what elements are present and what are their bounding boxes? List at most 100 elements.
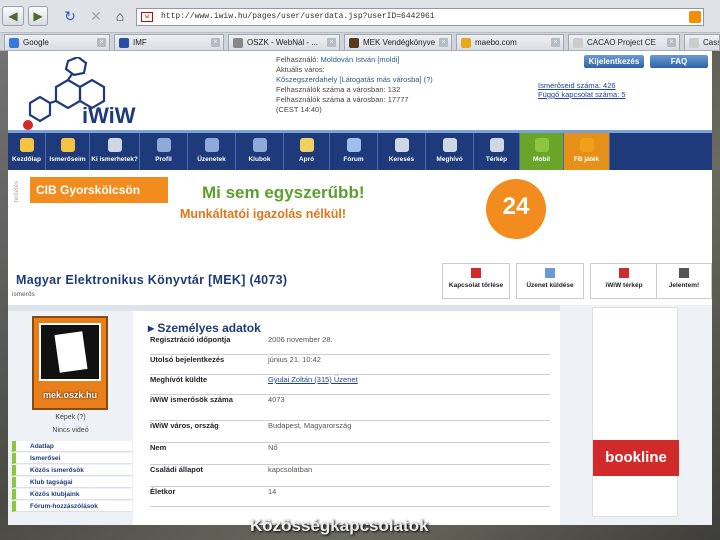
close-tab-icon[interactable]: ×	[211, 38, 220, 47]
tab-favicon-icon	[119, 38, 129, 48]
profile-action-button[interactable]: iWiW térkép	[590, 263, 658, 299]
browser-tab[interactable]: Google ×	[4, 34, 110, 50]
detail-row: Családi állapot kapcsolatban	[150, 465, 550, 487]
menu-item[interactable]: Profil	[140, 133, 188, 170]
banner-badge: 24	[486, 179, 546, 239]
address-bar[interactable]: w http://www.iwiw.hu/pages/user/userdata…	[136, 8, 704, 26]
close-tab-icon[interactable]: ×	[551, 38, 560, 47]
close-tab-icon[interactable]: ×	[327, 38, 336, 47]
server-time: (CEST 14:40)	[276, 105, 322, 114]
tab-label: Cass	[703, 38, 720, 47]
user-label: Felhasználó:	[276, 55, 319, 64]
reload-icon[interactable]: ↻	[60, 6, 80, 26]
action-icon	[545, 268, 555, 278]
menu-item[interactable]: Klubok	[236, 133, 284, 170]
profile-nav-item[interactable]: Közös klubjaink	[12, 489, 132, 500]
menu-item[interactable]: Ismerőseim	[46, 133, 90, 170]
friends-summary: Ismerőseid száma: 426 Függő kapcsolat sz…	[538, 81, 626, 99]
menu-item-icon	[489, 138, 504, 152]
stop-icon[interactable]: ✕	[86, 6, 106, 26]
side-ad[interactable]: bookline	[592, 307, 679, 517]
menu-item[interactable]: Üzenetek	[188, 133, 236, 170]
profile-nav-item[interactable]: Klub tagságai	[12, 477, 132, 488]
menu-item-icon	[579, 138, 594, 152]
video-label: Nincs videó	[52, 427, 89, 434]
menu-item[interactable]: Meghívó	[426, 133, 474, 170]
close-tab-icon[interactable]: ×	[439, 38, 448, 47]
profile-nav-item[interactable]: Közös ismerősök	[12, 465, 132, 476]
detail-value-text: 2006 november 28.	[268, 335, 333, 344]
menu-item-label: Ismerőseim	[49, 156, 86, 163]
tab-label: Google	[23, 38, 49, 47]
menu-item[interactable]: Fórum	[330, 133, 378, 170]
detail-value-link[interactable]: Gyulai Zoltán (315) Üzenet	[268, 375, 358, 384]
detail-value-text: 14	[268, 487, 277, 496]
profile-action-button[interactable]: Kapcsolat törlése	[442, 263, 510, 299]
browser-tab[interactable]: IMF ×	[114, 34, 224, 50]
browser-tab[interactable]: maebo.com ×	[456, 34, 564, 50]
menu-item[interactable]: FB játék	[564, 133, 610, 170]
profile-nav-item[interactable]: Adatlap	[12, 441, 132, 452]
browser-tab[interactable]: Cass	[684, 34, 720, 50]
logout-button[interactable]: Kijelentkezés	[584, 55, 644, 68]
detail-row: Életkor 14	[150, 487, 550, 507]
detail-key: Családi állapot	[150, 465, 203, 474]
home-icon[interactable]: ⌂	[110, 6, 130, 26]
users-in-city: Felhasználók száma a városban: 132	[276, 85, 401, 94]
section-title-text: Személyes adatok	[157, 321, 261, 335]
photos-link[interactable]: Képek (?)	[8, 414, 133, 421]
detail-key: Nem	[150, 443, 167, 452]
profile-action-button[interactable]: Jelentem!	[656, 263, 712, 299]
menu-item[interactable]: Térkép	[474, 133, 520, 170]
browser-tab[interactable]: CACAO Project CE ×	[568, 34, 680, 50]
profile-action-button[interactable]: Üzenet küldése	[516, 263, 584, 299]
right-ad-column: bookline	[560, 305, 712, 525]
slide-caption: Közösségkapcsolatok	[250, 516, 429, 535]
profile-avatar[interactable]: mek.oszk.hu	[32, 316, 108, 410]
rss-icon[interactable]	[689, 11, 701, 23]
menu-item[interactable]: Kezdőlap	[8, 133, 46, 170]
profile-nav-item[interactable]: Fórum-hozzászólások	[12, 501, 132, 512]
close-tab-icon[interactable]: ×	[667, 38, 676, 47]
avatar-label: mek.oszk.hu	[42, 390, 98, 400]
menu-item-icon	[156, 138, 171, 152]
action-label: Kapcsolat törlése	[448, 282, 504, 289]
browser-tab[interactable]: OSZK - WebNál - ... ×	[228, 34, 340, 50]
detail-row: Nem Nő	[150, 443, 550, 465]
pending-count-link[interactable]: Függő kapcsolat száma: 5	[538, 90, 626, 99]
user-name[interactable]: Moldován István [moldi]	[321, 55, 400, 64]
profile-status: ismerős	[12, 291, 35, 298]
profile-sidebar: mek.oszk.hu Képek (?) Nincs videó Adatla…	[8, 311, 133, 525]
menu-item-label: Kezdőlap	[12, 156, 41, 163]
detail-row: Regisztráció időpontja 2006 november 28.	[150, 335, 550, 355]
menu-item[interactable]: Keresés	[378, 133, 426, 170]
menu-item-icon	[346, 138, 361, 152]
detail-value: június 21. 10:42	[268, 355, 548, 364]
close-tab-icon[interactable]: ×	[97, 38, 106, 47]
banner-headline: Mi sem egyszerűbb!	[202, 183, 365, 202]
menu-item[interactable]: Apró	[284, 133, 330, 170]
current-city[interactable]: Kőszegszerdahely [Látogatás más városba]…	[276, 75, 433, 85]
menu-item-label: Üzenetek	[197, 156, 226, 163]
profile-nav-item[interactable]: Ismerősei	[12, 453, 132, 464]
forward-icon[interactable]: ▶	[28, 6, 48, 26]
detail-key: iWiW város, ország	[150, 421, 219, 430]
ad-banner[interactable]: CIB Gyorskölcsön Mi sem egyszerűbb! Munk…	[30, 175, 548, 245]
friends-count-link[interactable]: Ismerőseid száma: 426	[538, 81, 616, 90]
menu-item-label: Keresés	[388, 156, 415, 163]
menu-item-label: Klubok	[248, 156, 271, 163]
menu-item[interactable]: Mobil	[520, 133, 564, 170]
iwiw-logo[interactable]: iWiW	[16, 57, 136, 133]
menu-item-icon	[107, 138, 122, 152]
browser-tab[interactable]: MEK Vendégkönyve ×	[344, 34, 452, 50]
tab-label: CACAO Project CE	[587, 38, 656, 47]
back-icon[interactable]: ◀	[2, 6, 24, 26]
detail-value-text: Budapest, Magyarország	[268, 421, 352, 430]
detail-value: Budapest, Magyarország	[268, 421, 548, 430]
faq-button[interactable]: FAQ	[650, 55, 708, 68]
detail-key: Életkor	[150, 487, 176, 496]
detail-key: Meghívót küldte	[150, 375, 208, 384]
menu-item[interactable]: Ki ismerhetek?	[90, 133, 140, 170]
main-menu: Kezdőlap Ismerőseim Ki ismerhetek? Profil Üz…	[8, 130, 712, 170]
menu-item-label: Ki ismerhetek?	[91, 156, 138, 163]
